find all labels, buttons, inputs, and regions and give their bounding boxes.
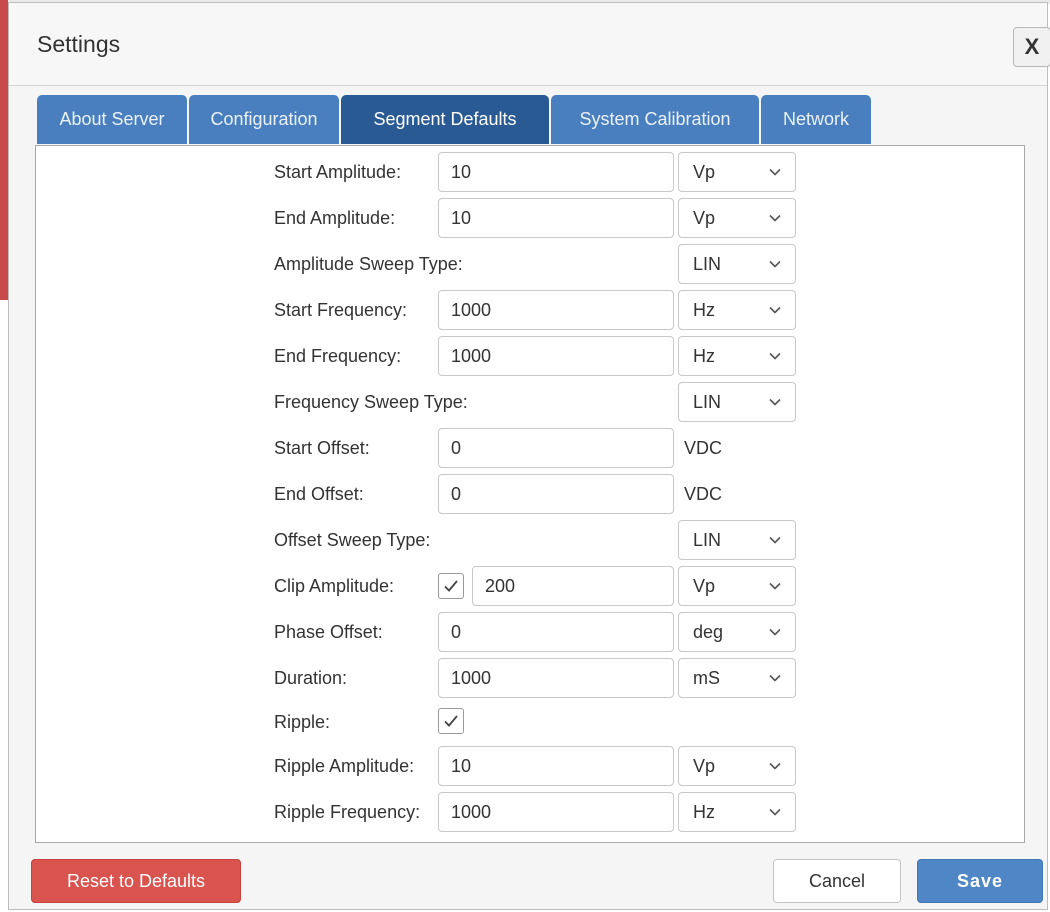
tab-bar: About Server Configuration Segment Defau…: [37, 95, 873, 145]
ripple-amplitude-unit-select[interactable]: Vp: [678, 746, 796, 786]
tab-network[interactable]: Network: [761, 95, 871, 144]
end-frequency-unit: Hz: [693, 345, 715, 366]
clip-amplitude-input[interactable]: 200: [472, 566, 674, 606]
tab-system-calibration[interactable]: System Calibration: [551, 95, 759, 144]
start-frequency-label: Start Frequency:: [274, 300, 408, 320]
end-offset-label: End Offset:: [274, 484, 364, 504]
cancel-button[interactable]: Cancel: [773, 859, 901, 903]
clip-amplitude-label: Clip Amplitude:: [274, 576, 395, 596]
chevron-down-icon: [769, 306, 781, 314]
dialog-title: Settings: [37, 31, 121, 57]
end-amplitude-label: End Amplitude:: [274, 208, 396, 228]
amplitude-sweep-type-label: Amplitude Sweep Type:: [274, 254, 463, 274]
start-amplitude-label: Start Amplitude:: [274, 162, 402, 182]
close-button[interactable]: X: [1013, 27, 1050, 67]
chevron-down-icon: [769, 536, 781, 544]
start-amplitude-input[interactable]: 10: [438, 152, 674, 192]
amplitude-sweep-type-select[interactable]: LIN: [678, 244, 796, 284]
chevron-down-icon: [769, 168, 781, 176]
phase-offset-unit: deg: [693, 621, 724, 642]
start-amplitude-unit-select[interactable]: Vp: [678, 152, 796, 192]
chevron-down-icon: [769, 628, 781, 636]
phase-offset-unit-select[interactable]: deg: [678, 612, 796, 652]
background-window-edge: [0, 0, 8, 300]
end-amplitude-unit-select[interactable]: Vp: [678, 198, 796, 238]
start-frequency-unit: Hz: [693, 299, 715, 320]
ripple-amplitude-input[interactable]: 10: [438, 746, 674, 786]
duration-input[interactable]: 1000: [438, 658, 674, 698]
ripple-frequency-label: Ripple Frequency:: [274, 802, 421, 822]
ripple-frequency-unit: Hz: [693, 801, 715, 822]
chevron-down-icon: [769, 214, 781, 222]
duration-unit: mS: [693, 667, 720, 688]
settings-dialog: Settings X About Server Configuration Se…: [8, 2, 1050, 910]
ripple-label: Ripple:: [274, 712, 331, 732]
tab-segment-defaults[interactable]: Segment Defaults: [341, 95, 549, 144]
phase-offset-input[interactable]: 0: [438, 612, 674, 652]
check-icon: [444, 715, 458, 727]
clip-amplitude-unit-select[interactable]: Vp: [678, 566, 796, 606]
end-offset-input[interactable]: 0: [438, 474, 674, 514]
dialog-titlebar: Settings X: [9, 3, 1050, 86]
chevron-down-icon: [769, 582, 781, 590]
check-icon: [444, 580, 458, 592]
start-offset-label: Start Offset:: [274, 438, 370, 458]
offset-sweep-type-select[interactable]: LIN: [678, 520, 796, 560]
tab-configuration[interactable]: Configuration: [189, 95, 339, 144]
chevron-down-icon: [769, 762, 781, 770]
start-amplitude-unit: Vp: [693, 161, 716, 182]
start-frequency-input[interactable]: 1000: [438, 290, 674, 330]
phase-offset-label: Phase Offset:: [274, 622, 383, 642]
chevron-down-icon: [769, 808, 781, 816]
chevron-down-icon: [769, 260, 781, 268]
start-frequency-unit-select[interactable]: Hz: [678, 290, 796, 330]
chevron-down-icon: [769, 674, 781, 682]
start-offset-unit: VDC: [684, 438, 723, 458]
start-offset-input[interactable]: 0: [438, 428, 674, 468]
frequency-sweep-type-select[interactable]: LIN: [678, 382, 796, 422]
chevron-down-icon: [769, 352, 781, 360]
ripple-frequency-unit-select[interactable]: Hz: [678, 792, 796, 832]
end-amplitude-input[interactable]: 10: [438, 198, 674, 238]
end-amplitude-unit: Vp: [693, 207, 716, 228]
reset-to-defaults-button[interactable]: Reset to Defaults: [31, 859, 241, 903]
ripple-amplitude-unit: Vp: [693, 755, 716, 776]
frequency-sweep-type-label: Frequency Sweep Type:: [274, 392, 468, 412]
save-button[interactable]: Save: [917, 859, 1043, 903]
ripple-amplitude-label: Ripple Amplitude:: [274, 756, 415, 776]
duration-unit-select[interactable]: mS: [678, 658, 796, 698]
offset-sweep-type-label: Offset Sweep Type:: [274, 530, 431, 550]
offset-sweep-type-value: LIN: [693, 529, 722, 550]
chevron-down-icon: [769, 398, 781, 406]
end-frequency-unit-select[interactable]: Hz: [678, 336, 796, 376]
duration-label: Duration:: [274, 668, 348, 688]
amplitude-sweep-type-value: LIN: [693, 253, 722, 274]
ripple-frequency-input[interactable]: 1000: [438, 792, 674, 832]
tab-about-server[interactable]: About Server: [37, 95, 187, 144]
end-frequency-input[interactable]: 1000: [438, 336, 674, 376]
clip-amplitude-checkbox[interactable]: [438, 573, 464, 599]
end-frequency-label: End Frequency:: [274, 346, 402, 366]
clip-amplitude-unit: Vp: [693, 575, 716, 596]
segment-defaults-panel: Start Amplitude: 10 Vp End Amplitude: 10…: [35, 145, 1025, 843]
frequency-sweep-type-value: LIN: [693, 391, 722, 412]
end-offset-unit: VDC: [684, 484, 723, 504]
ripple-checkbox[interactable]: [438, 708, 464, 734]
